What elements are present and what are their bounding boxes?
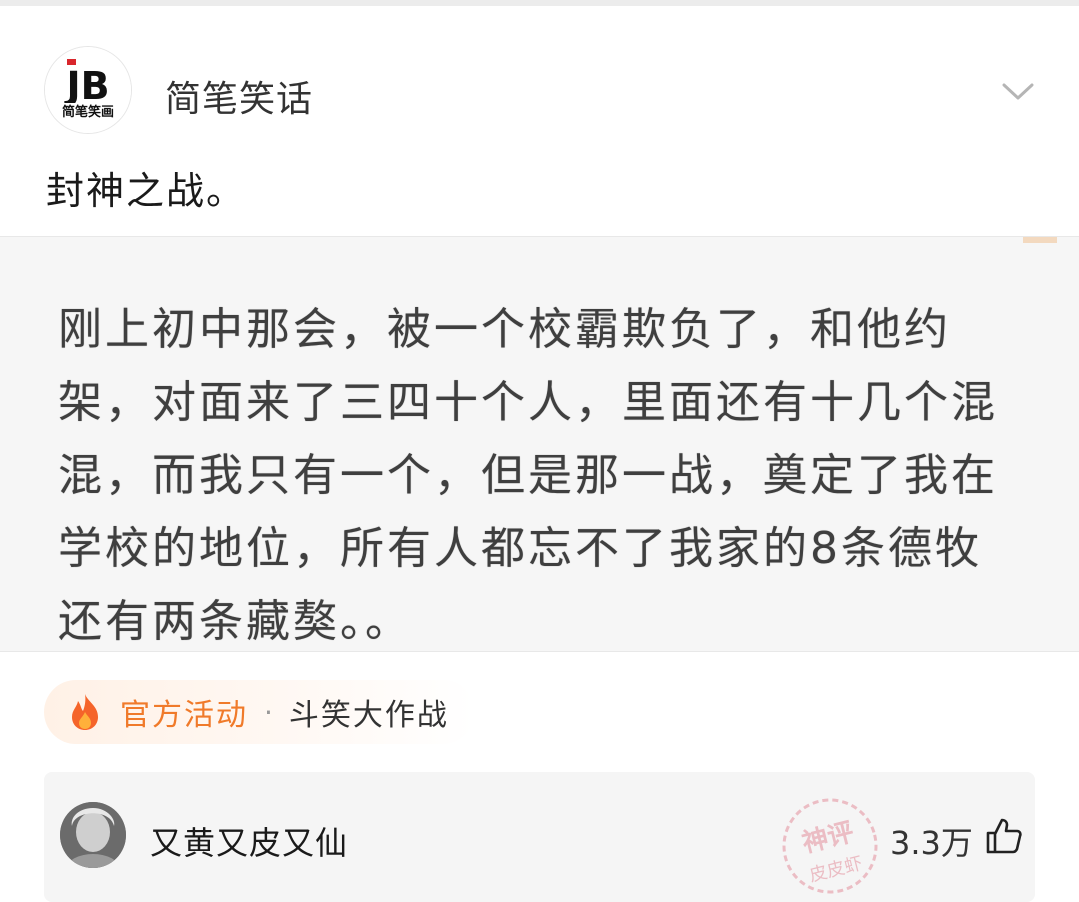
flame-icon [72,694,98,730]
activity-label: 官方活动 [120,698,248,733]
god-comment-stamp: 神评 皮皮虾 [782,798,878,894]
post-header: JB 简笔笑画 简笔笑话 [0,6,1079,136]
post-image[interactable]: 刚上初中那会，被一个校霸欺负了，和他约架，对面来了三四十个人，里面还有十几个混混… [0,236,1079,652]
top-comment-card[interactable]: 又黄又皮又仙 神评 皮皮虾 3.3万 [44,772,1035,902]
thumbs-up-icon[interactable] [984,816,1024,856]
image-quote-text: 刚上初中那会，被一个校霸欺负了，和他约架，对面来了三四十个人，里面还有十几个混混… [58,304,998,647]
author-avatar[interactable]: JB 简笔笑画 [44,46,132,134]
activity-separator: · [264,695,273,729]
commenter-name[interactable]: 又黄又皮又仙 [150,818,348,864]
avatar-logo-subtext: 简笔笑画 [62,104,114,120]
author-name[interactable]: 简笔笑话 [165,70,313,122]
activity-pill[interactable]: 官方活动 · 斗笑大作战 [44,680,475,744]
image-accent [1023,237,1057,243]
activity-topic: 斗笑大作战 [288,698,449,733]
commenter-avatar[interactable] [60,802,126,868]
stamp-subtext: 皮皮虾 [807,853,864,886]
stamp-text: 神评 [799,817,857,859]
like-count: 3.3万 [890,824,973,862]
chevron-down-icon[interactable] [998,76,1038,106]
avatar-logo-text: JB [63,64,109,108]
post-text: 封神之战。 [46,169,247,213]
